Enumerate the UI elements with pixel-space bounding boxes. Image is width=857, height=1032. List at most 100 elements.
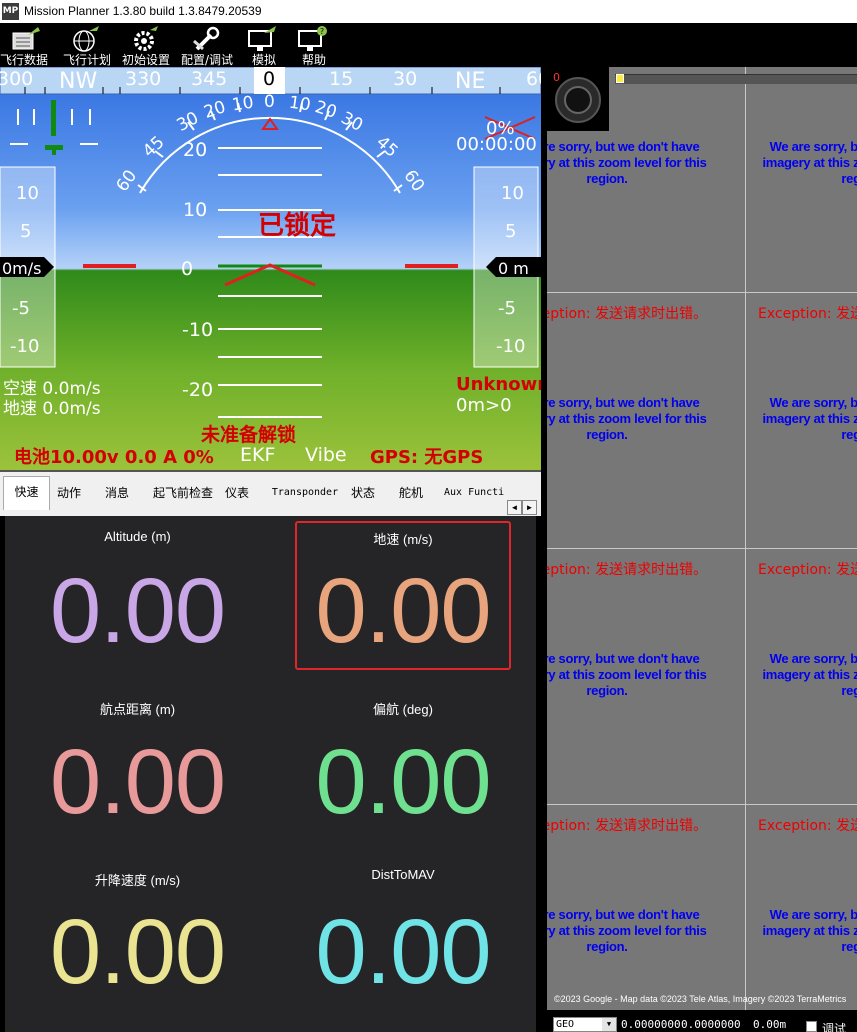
arm-status: 未准备解锁 [201, 424, 297, 446]
tab-gauges[interactable]: 仪表 [219, 478, 255, 508]
no-imagery-message: We are sorry, but we don't have imagery … [762, 651, 857, 698]
map-copyright: ©2023 Google - Map data ©2023 Tele Atlas… [554, 994, 847, 1004]
pitch-label: -20 [182, 379, 214, 401]
speed-tick-label: 10 [16, 183, 39, 204]
no-imagery-message: We are sorry, but we don't have imagery … [547, 139, 707, 186]
initial-setup-button[interactable]: 初始设置 [118, 23, 174, 67]
flight-plan-icon [73, 26, 99, 52]
longitude-readout: 0.0000000 [681, 1018, 741, 1031]
zoom-slider-thumb[interactable] [616, 74, 624, 83]
quick-label: Altitude (m) [104, 529, 171, 544]
map-status-bar: GEO ▼ 0.0000000 0.0000000 0.00m 调试 [547, 1010, 857, 1032]
alt-tick-label: 10 [501, 183, 524, 204]
quick-cell-altitude[interactable]: Altitude (m) 0.00 [5, 516, 270, 686]
pitch-label: 10 [183, 199, 208, 221]
zoom-dial-icon: 0 [547, 67, 609, 131]
tab-bar: 快速 动作 消息 起飞前检查 仪表 Transponder 状态 舵机 Aux … [0, 470, 541, 516]
debug-checkbox[interactable] [806, 1021, 817, 1032]
altitude-readout: 0.00m [753, 1018, 787, 1031]
pitch-label: -10 [182, 319, 214, 341]
heading-tick-label: 300 [0, 68, 34, 90]
zoom-slider-track[interactable] [615, 74, 857, 84]
quick-value: 0.00 [49, 560, 226, 662]
pitch-label: 20 [183, 139, 208, 161]
alt-tick-label: -5 [498, 298, 516, 319]
flight-plan-button[interactable]: 飞行计划 [59, 23, 115, 67]
flight-timer: 00:00:00 [456, 134, 537, 155]
tab-aux-functions[interactable]: Aux Functi [444, 478, 506, 508]
lock-status: 已锁定 [258, 211, 337, 241]
exception-message: Exception: 发送请求时出错。 [547, 306, 708, 322]
flight-data-icon [12, 27, 40, 50]
initial-setup-icon [134, 26, 158, 51]
pitch-label: 0 [181, 258, 194, 280]
tab-transponder[interactable]: Transponder [268, 478, 342, 508]
quick-panel: Altitude (m) 0.00 地速 (m/s) 0.00 航点距离 (m)… [5, 516, 536, 1032]
alt-tick-label: 5 [505, 221, 517, 242]
title-bar: MP Mission Planner 1.3.80 build 1.3.8479… [0, 0, 857, 23]
quick-cell-yaw[interactable]: 偏航 (deg) 0.00 [270, 686, 536, 856]
coord-mode-select[interactable]: GEO ▼ [553, 1017, 617, 1032]
quick-value: 0.00 [315, 901, 491, 1003]
simulation-button[interactable]: 模拟 [236, 23, 292, 67]
map-view[interactable]: 0 0 We are sorry, but we don't have imag… [547, 67, 857, 1010]
no-imagery-message: We are sorry, but we don't have imagery … [547, 907, 707, 954]
quick-cell-vertical-speed[interactable]: 升降速度 (m/s) 0.00 [5, 856, 270, 1032]
quick-label: 偏航 (deg) [373, 702, 433, 717]
flight-mode: Unknown [456, 374, 541, 395]
tab-scroll-left-button[interactable]: ◄ [507, 500, 522, 515]
quick-label: DistToMAV [371, 867, 435, 882]
tab-servos[interactable]: 舵机 [393, 478, 429, 508]
waypoint-distance: 0m>0 [456, 395, 512, 416]
battery-status: 电池10.00v 0.0 A 0% [14, 447, 214, 468]
quick-label: 航点距离 (m) [99, 702, 176, 717]
tile-border [745, 67, 746, 1010]
speed-tick-label: -5 [12, 298, 30, 319]
help-button[interactable]: ? 帮助 [286, 23, 342, 67]
groundspeed-readout: 地速 0.0m/s [3, 399, 101, 419]
quick-cell-wp-distance[interactable]: 航点距离 (m) 0.00 [5, 686, 270, 856]
speed-tick-label: -10 [10, 336, 40, 357]
main-toolbar: 飞行数据 飞行计划 初始设置 配置/调试 模拟 ? 帮助 [0, 23, 857, 67]
heading-tick-label: NW [59, 69, 98, 94]
quick-value: 0.00 [315, 731, 491, 833]
no-imagery-message: We are sorry, but we don't have imagery … [762, 907, 857, 954]
gps-status: GPS: 无GPS [370, 447, 484, 468]
highlight-box [295, 521, 511, 670]
debug-label: 调试 [822, 1022, 847, 1032]
quick-cell-dist-to-mav[interactable]: DistToMAV 0.00 [270, 856, 536, 1032]
roll-label: 10 [287, 92, 312, 116]
roll-label: 0 [264, 92, 275, 112]
tile-border [547, 548, 857, 549]
svg-text:0: 0 [553, 71, 560, 84]
toolbar-label: 飞行计划 [62, 53, 111, 67]
heading-value: 0 [263, 68, 276, 90]
map-zoom-control[interactable]: 0 [547, 67, 609, 131]
tab-quick[interactable]: 快速 [3, 476, 50, 510]
heading-tick-label: 330 [125, 68, 162, 90]
toolbar-label: 飞行数据 [0, 53, 48, 67]
hud-display[interactable]: 300 NW 330 345 0 15 30 NE 60 60 45 30 20… [0, 67, 541, 470]
no-imagery-message: We are sorry, but we don't have imagery … [547, 395, 707, 442]
heading-tick-label: 30 [393, 68, 418, 90]
tile-border [547, 804, 857, 805]
tab-preflight[interactable]: 起飞前检查 [148, 478, 218, 508]
tab-actions[interactable]: 动作 [51, 478, 87, 508]
config-tuning-button[interactable]: 配置/调试 [179, 23, 235, 67]
toolbar-label: 模拟 [251, 53, 276, 67]
vibe-status[interactable]: Vibe [305, 444, 347, 466]
roll-label: 10 [230, 92, 255, 116]
tab-messages[interactable]: 消息 [99, 478, 135, 508]
toolbar-label: 帮助 [301, 53, 326, 67]
flight-data-button[interactable]: 飞行数据 [0, 23, 56, 67]
quick-label: 升降速度 (m/s) [94, 873, 181, 888]
tab-scroll-right-button[interactable]: ► [522, 500, 537, 515]
no-imagery-message: We are sorry, but we don't have imagery … [762, 395, 857, 442]
exception-message: Exception: 发送请求时出错。 [547, 818, 708, 834]
alt-readout: 0 m [498, 259, 529, 278]
quick-value: 0.00 [49, 901, 226, 1003]
exception-message: Exception: 发送请求时出错。 [758, 562, 857, 578]
ekf-status[interactable]: EKF [240, 444, 275, 466]
tab-status[interactable]: 状态 [345, 478, 381, 508]
heading-tick-label: 345 [191, 68, 228, 90]
